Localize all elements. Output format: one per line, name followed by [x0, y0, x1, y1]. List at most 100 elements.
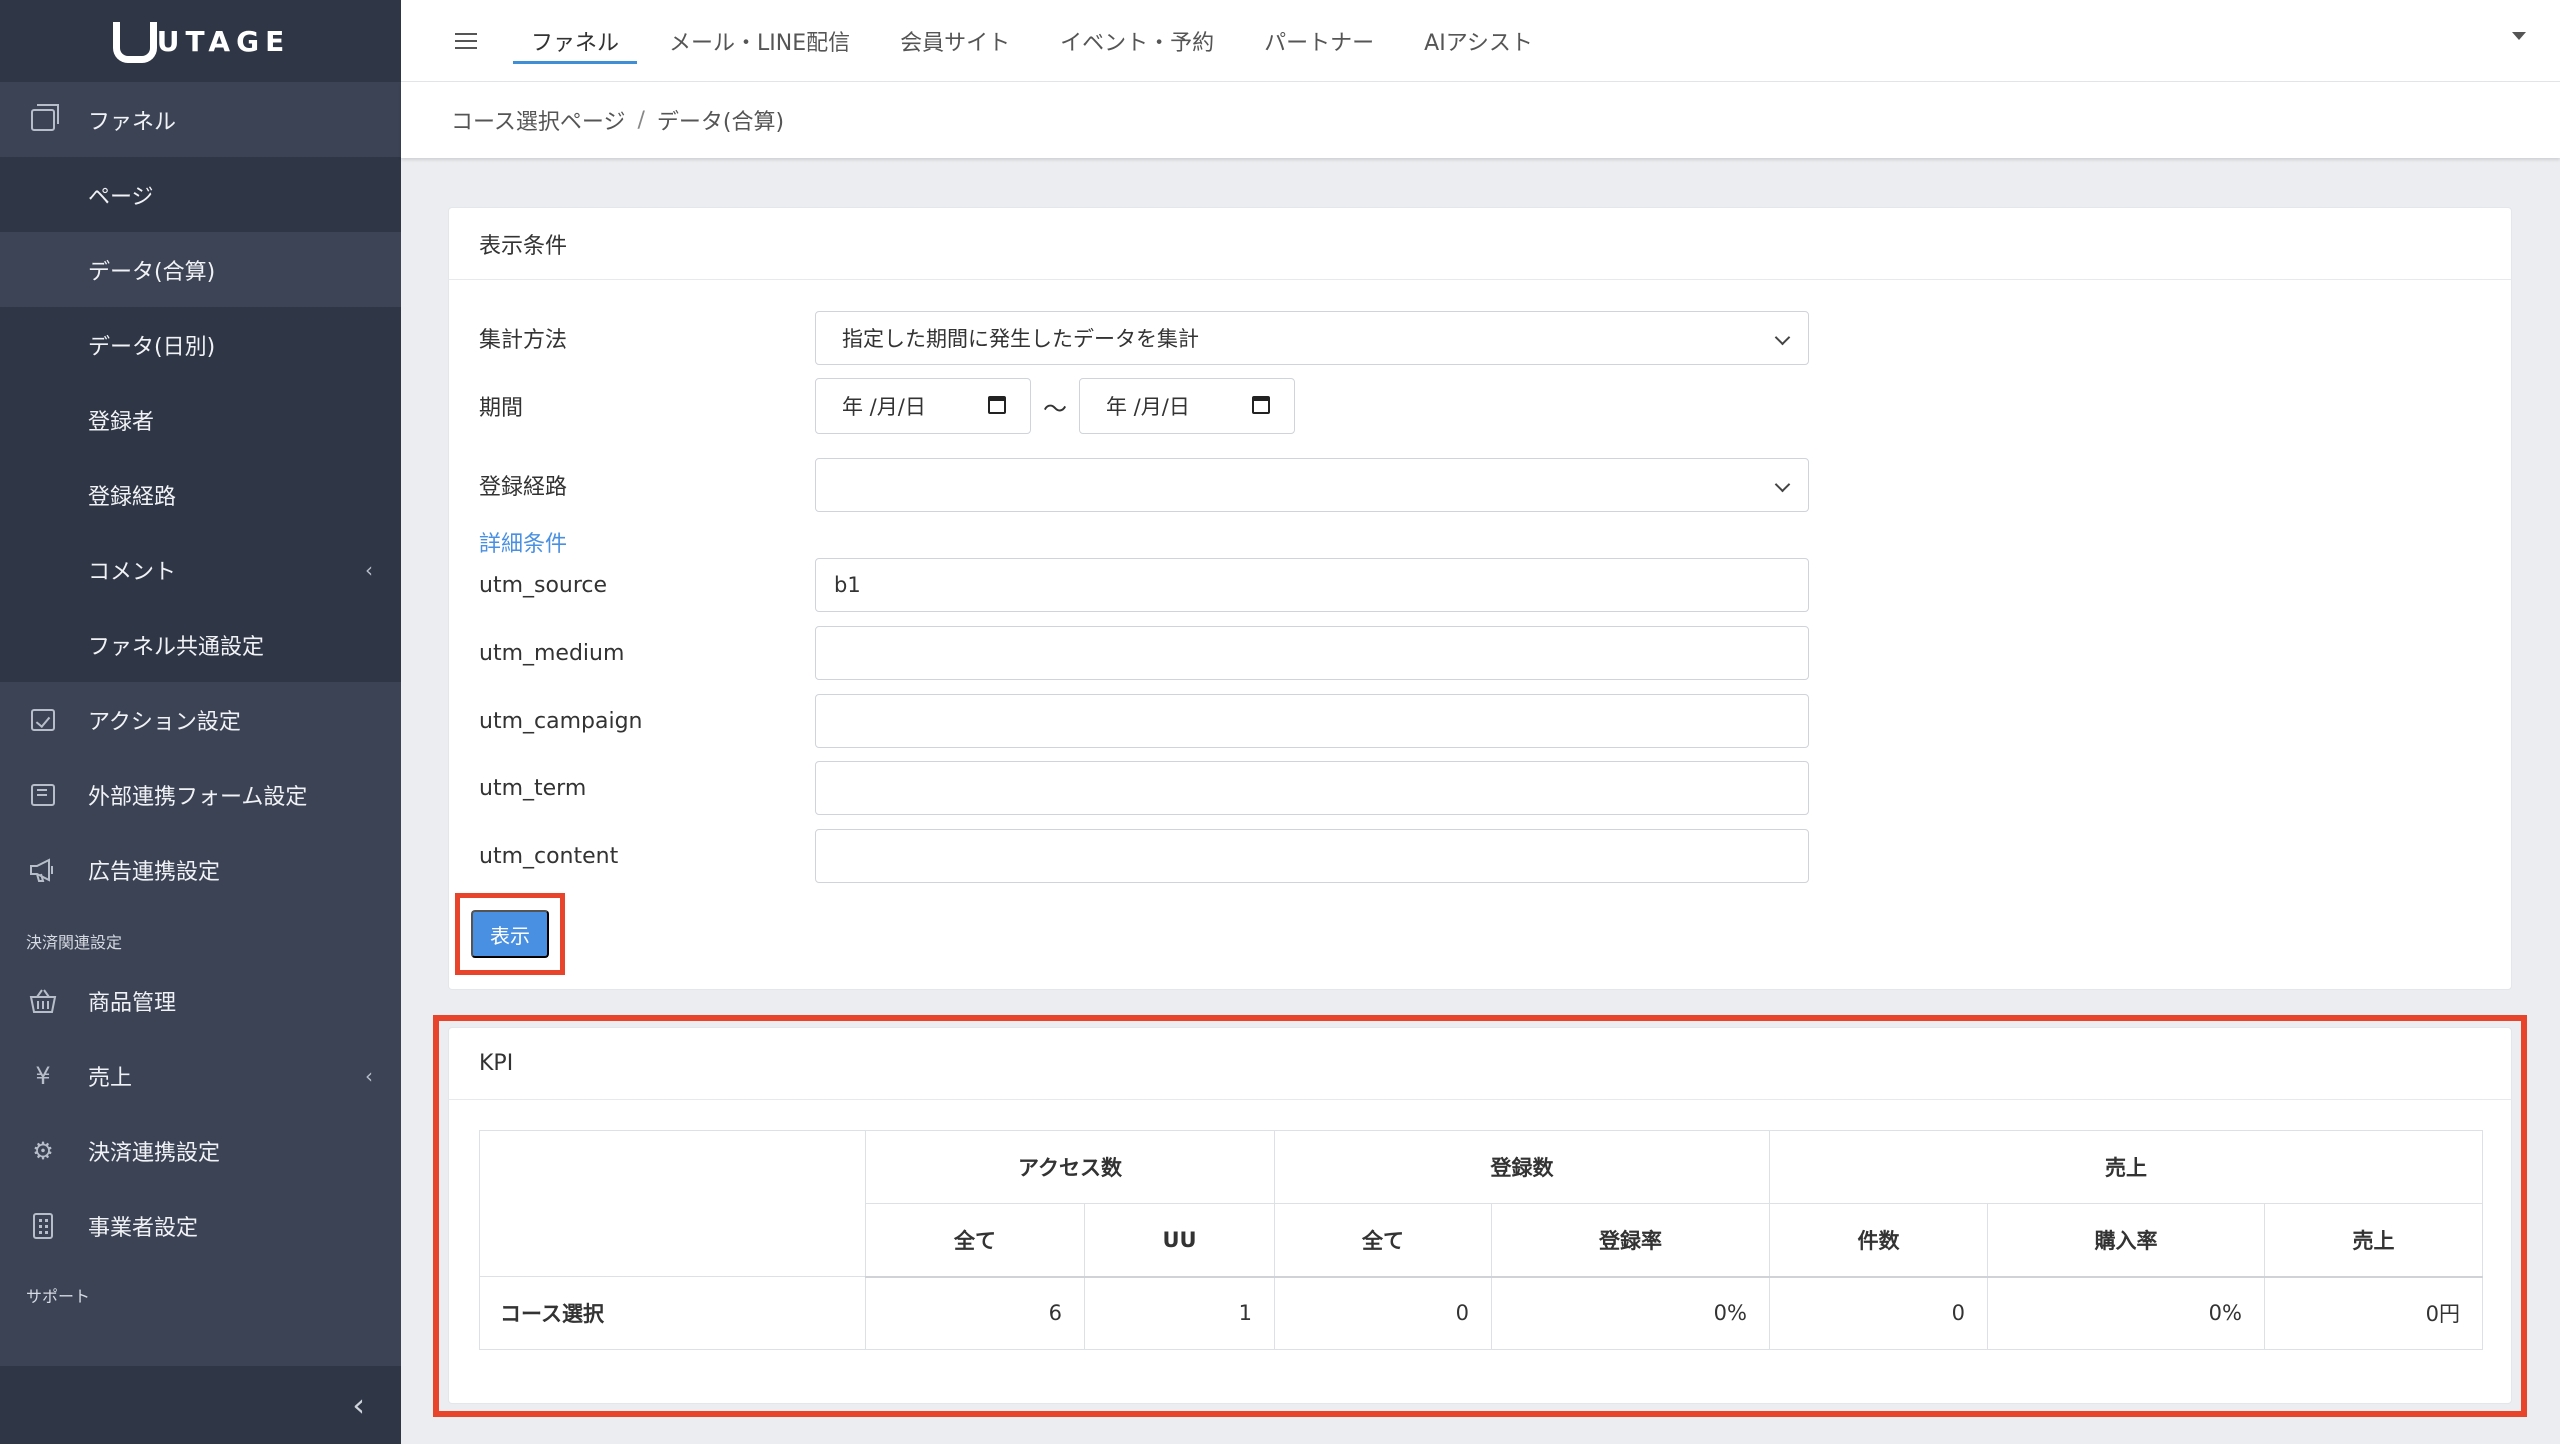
sidebar-item-label: 外部連携フォーム設定 — [88, 784, 308, 810]
chevron-left-icon: ‹ — [365, 1063, 373, 1088]
route-row: 登録経路 — [479, 458, 1809, 512]
tab-mail-line[interactable]: メール・LINE配信 — [651, 0, 868, 82]
tab-label: ファネル — [531, 30, 620, 56]
date-range-separator: 〜 — [1043, 394, 1067, 423]
tab-funnel[interactable]: ファネル — [513, 0, 638, 82]
sidebar: UTAGE ファネル ページ データ(合算) データ(日別) 登録者 登録経路 … — [0, 0, 401, 1444]
tab-ai-assist[interactable]: AIアシスト — [1406, 0, 1551, 82]
sidebar-item-funnel[interactable]: ファネル — [0, 82, 401, 157]
sidebar-item-label: 売上 — [88, 1065, 133, 1091]
utm-content-label: utm_content — [479, 843, 619, 869]
date-to-placeholder: 年 /月/日 — [1106, 395, 1190, 419]
utm-source-row: utm_source b1 — [479, 558, 1809, 612]
kpi-sub-header: 登録率 — [1491, 1203, 1770, 1278]
date-to-input[interactable]: 年 /月/日 — [1079, 378, 1295, 434]
sidebar-item-sales[interactable]: ¥ 売上 ‹ — [0, 1038, 401, 1113]
sidebar-item-label: 決済連携設定 — [88, 1140, 221, 1166]
sidebar-item-funnel-common-settings[interactable]: ファネル共通設定 — [0, 607, 401, 682]
sidebar-footer: ‹ — [0, 1366, 401, 1444]
sidebar-item-registrants[interactable]: 登録者 — [0, 382, 401, 457]
collapse-sidebar-icon[interactable]: ‹ — [352, 1386, 365, 1424]
kpi-sub-header: 購入率 — [1987, 1203, 2265, 1278]
funnel-pages-icon — [28, 103, 59, 135]
breadcrumb: コース選択ページ / データ(合算) — [401, 82, 2560, 158]
sidebar-item-data-total[interactable]: データ(合算) — [0, 232, 401, 307]
kpi-group-header: 売上 — [1769, 1130, 2483, 1204]
sidebar-item-product-management[interactable]: 商品管理 — [0, 963, 401, 1038]
utm-term-label: utm_term — [479, 775, 587, 801]
utm-medium-row: utm_medium — [479, 626, 1809, 680]
route-select[interactable] — [815, 458, 1809, 512]
kpi-cell: 6 — [865, 1276, 1085, 1350]
sidebar-item-label: 登録者 — [88, 409, 155, 435]
kpi-sub-header: UU — [1084, 1203, 1275, 1278]
sidebar-item-action-settings[interactable]: アクション設定 — [0, 682, 401, 757]
section-label-support: サポート — [26, 1287, 91, 1306]
sidebar-item-label: 事業者設定 — [88, 1215, 199, 1241]
utage-logo-icon — [111, 22, 157, 63]
show-button[interactable]: 表示 — [471, 910, 549, 958]
sidebar-item-ad-settings[interactable]: 広告連携設定 — [0, 832, 401, 907]
kpi-cell: 0円 — [2264, 1276, 2483, 1350]
funnel-submenu: ページ データ(合算) データ(日別) 登録者 登録経路 コメント ‹ ファネル… — [0, 157, 401, 682]
kpi-group-header: アクセス数 — [865, 1130, 1275, 1204]
aggregation-row: 集計方法 指定した期間に発生したデータを集計 — [479, 311, 1809, 365]
section-label-payment: 決済関連設定 — [26, 933, 123, 952]
kpi-sub-header: 件数 — [1769, 1203, 1988, 1278]
kpi-cell: 0 — [1274, 1276, 1492, 1350]
date-from-placeholder: 年 /月/日 — [842, 395, 926, 419]
sidebar-item-registration-route[interactable]: 登録経路 — [0, 457, 401, 532]
sidebar-item-label: アクション設定 — [88, 709, 241, 735]
kpi-group-header-row: アクセス数 登録数 売上 — [479, 1130, 2483, 1277]
period-label: 期間 — [479, 396, 524, 421]
account-dropdown-caret-icon[interactable] — [2512, 32, 2526, 40]
utm-content-row: utm_content — [479, 829, 1809, 883]
kpi-card: KPI アクセス数 登録数 売上 全て UU 全て 登録率 件数 購入率 売上 … — [448, 1027, 2512, 1404]
utm-content-input[interactable] — [815, 829, 1809, 883]
sidebar-item-external-form-settings[interactable]: 外部連携フォーム設定 — [0, 757, 401, 832]
sidebar-item-label: データ(合算) — [88, 259, 216, 285]
kpi-sub-header: 全て — [865, 1203, 1085, 1278]
tab-member-site[interactable]: 会員サイト — [882, 0, 1028, 82]
kpi-card-title: KPI — [449, 1028, 2511, 1100]
utm-source-input[interactable]: b1 — [815, 558, 1809, 612]
breadcrumb-parent[interactable]: コース選択ページ — [451, 104, 625, 136]
tab-partner[interactable]: パートナー — [1246, 0, 1392, 82]
kpi-table: アクセス数 登録数 売上 全て UU 全て 登録率 件数 購入率 売上 コース選… — [479, 1130, 2483, 1350]
sidebar-item-business-settings[interactable]: 事業者設定 — [0, 1188, 401, 1263]
building-icon — [28, 1211, 58, 1241]
utm-campaign-input[interactable] — [815, 694, 1809, 748]
utm-source-value: b1 — [834, 573, 861, 597]
utm-term-input[interactable] — [815, 761, 1809, 815]
sidebar-item-payment-integration[interactable]: ⚙ 決済連携設定 — [0, 1113, 401, 1188]
breadcrumb-current: データ(合算) — [656, 110, 785, 135]
logo[interactable]: UTAGE — [0, 0, 401, 82]
kpi-cell: 0% — [1491, 1276, 1770, 1350]
sidebar-item-page[interactable]: ページ — [0, 157, 401, 232]
aggregation-select[interactable]: 指定した期間に発生したデータを集計 — [815, 311, 1809, 365]
period-row: 期間 年 /月/日 〜 年 /月/日 — [479, 378, 1295, 434]
checkbox-icon — [28, 705, 58, 735]
tab-event-booking[interactable]: イベント・予約 — [1042, 0, 1232, 82]
kpi-group-header: 登録数 — [1274, 1130, 1770, 1204]
table-row: コース選択 6 1 0 0% 0 0% 0円 — [479, 1276, 2483, 1350]
sidebar-item-label: 商品管理 — [88, 990, 177, 1016]
kpi-corner-cell — [479, 1130, 866, 1277]
yen-icon: ¥ — [35, 1061, 51, 1090]
date-from-input[interactable]: 年 /月/日 — [815, 378, 1031, 434]
kpi-row-label: コース選択 — [479, 1276, 866, 1350]
utm-medium-input[interactable] — [815, 626, 1809, 680]
calendar-icon[interactable] — [988, 396, 1006, 414]
kpi-cell: 1 — [1084, 1276, 1275, 1350]
sidebar-item-comments[interactable]: コメント ‹ — [0, 532, 401, 607]
tab-label: メール・LINE配信 — [669, 30, 851, 56]
tab-label: パートナー — [1264, 30, 1375, 56]
detail-conditions-link[interactable]: 詳細条件 — [479, 526, 567, 558]
sidebar-item-data-daily[interactable]: データ(日別) — [0, 307, 401, 382]
hamburger-menu-icon[interactable] — [455, 32, 477, 49]
calendar-icon[interactable] — [1252, 396, 1270, 414]
utm-campaign-label: utm_campaign — [479, 708, 643, 734]
route-label: 登録経路 — [479, 475, 568, 500]
utm-term-row: utm_term — [479, 761, 1809, 815]
sidebar-item-label: コメント — [88, 559, 177, 585]
